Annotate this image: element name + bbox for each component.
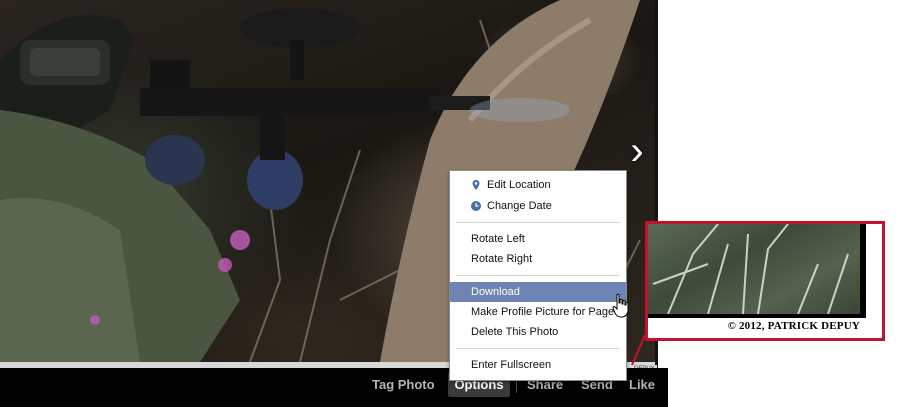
zoom-border-bottom xyxy=(648,314,866,318)
zoom-inset: © 2012, PATRICK DEPUY xyxy=(645,221,885,341)
callout-line xyxy=(631,334,646,366)
branches-detail xyxy=(652,224,849,314)
zoom-inset-photo xyxy=(648,224,860,314)
copyright-credit: © 2012, PATRICK DEPUY xyxy=(727,320,860,332)
zoom-border-right xyxy=(860,224,866,318)
